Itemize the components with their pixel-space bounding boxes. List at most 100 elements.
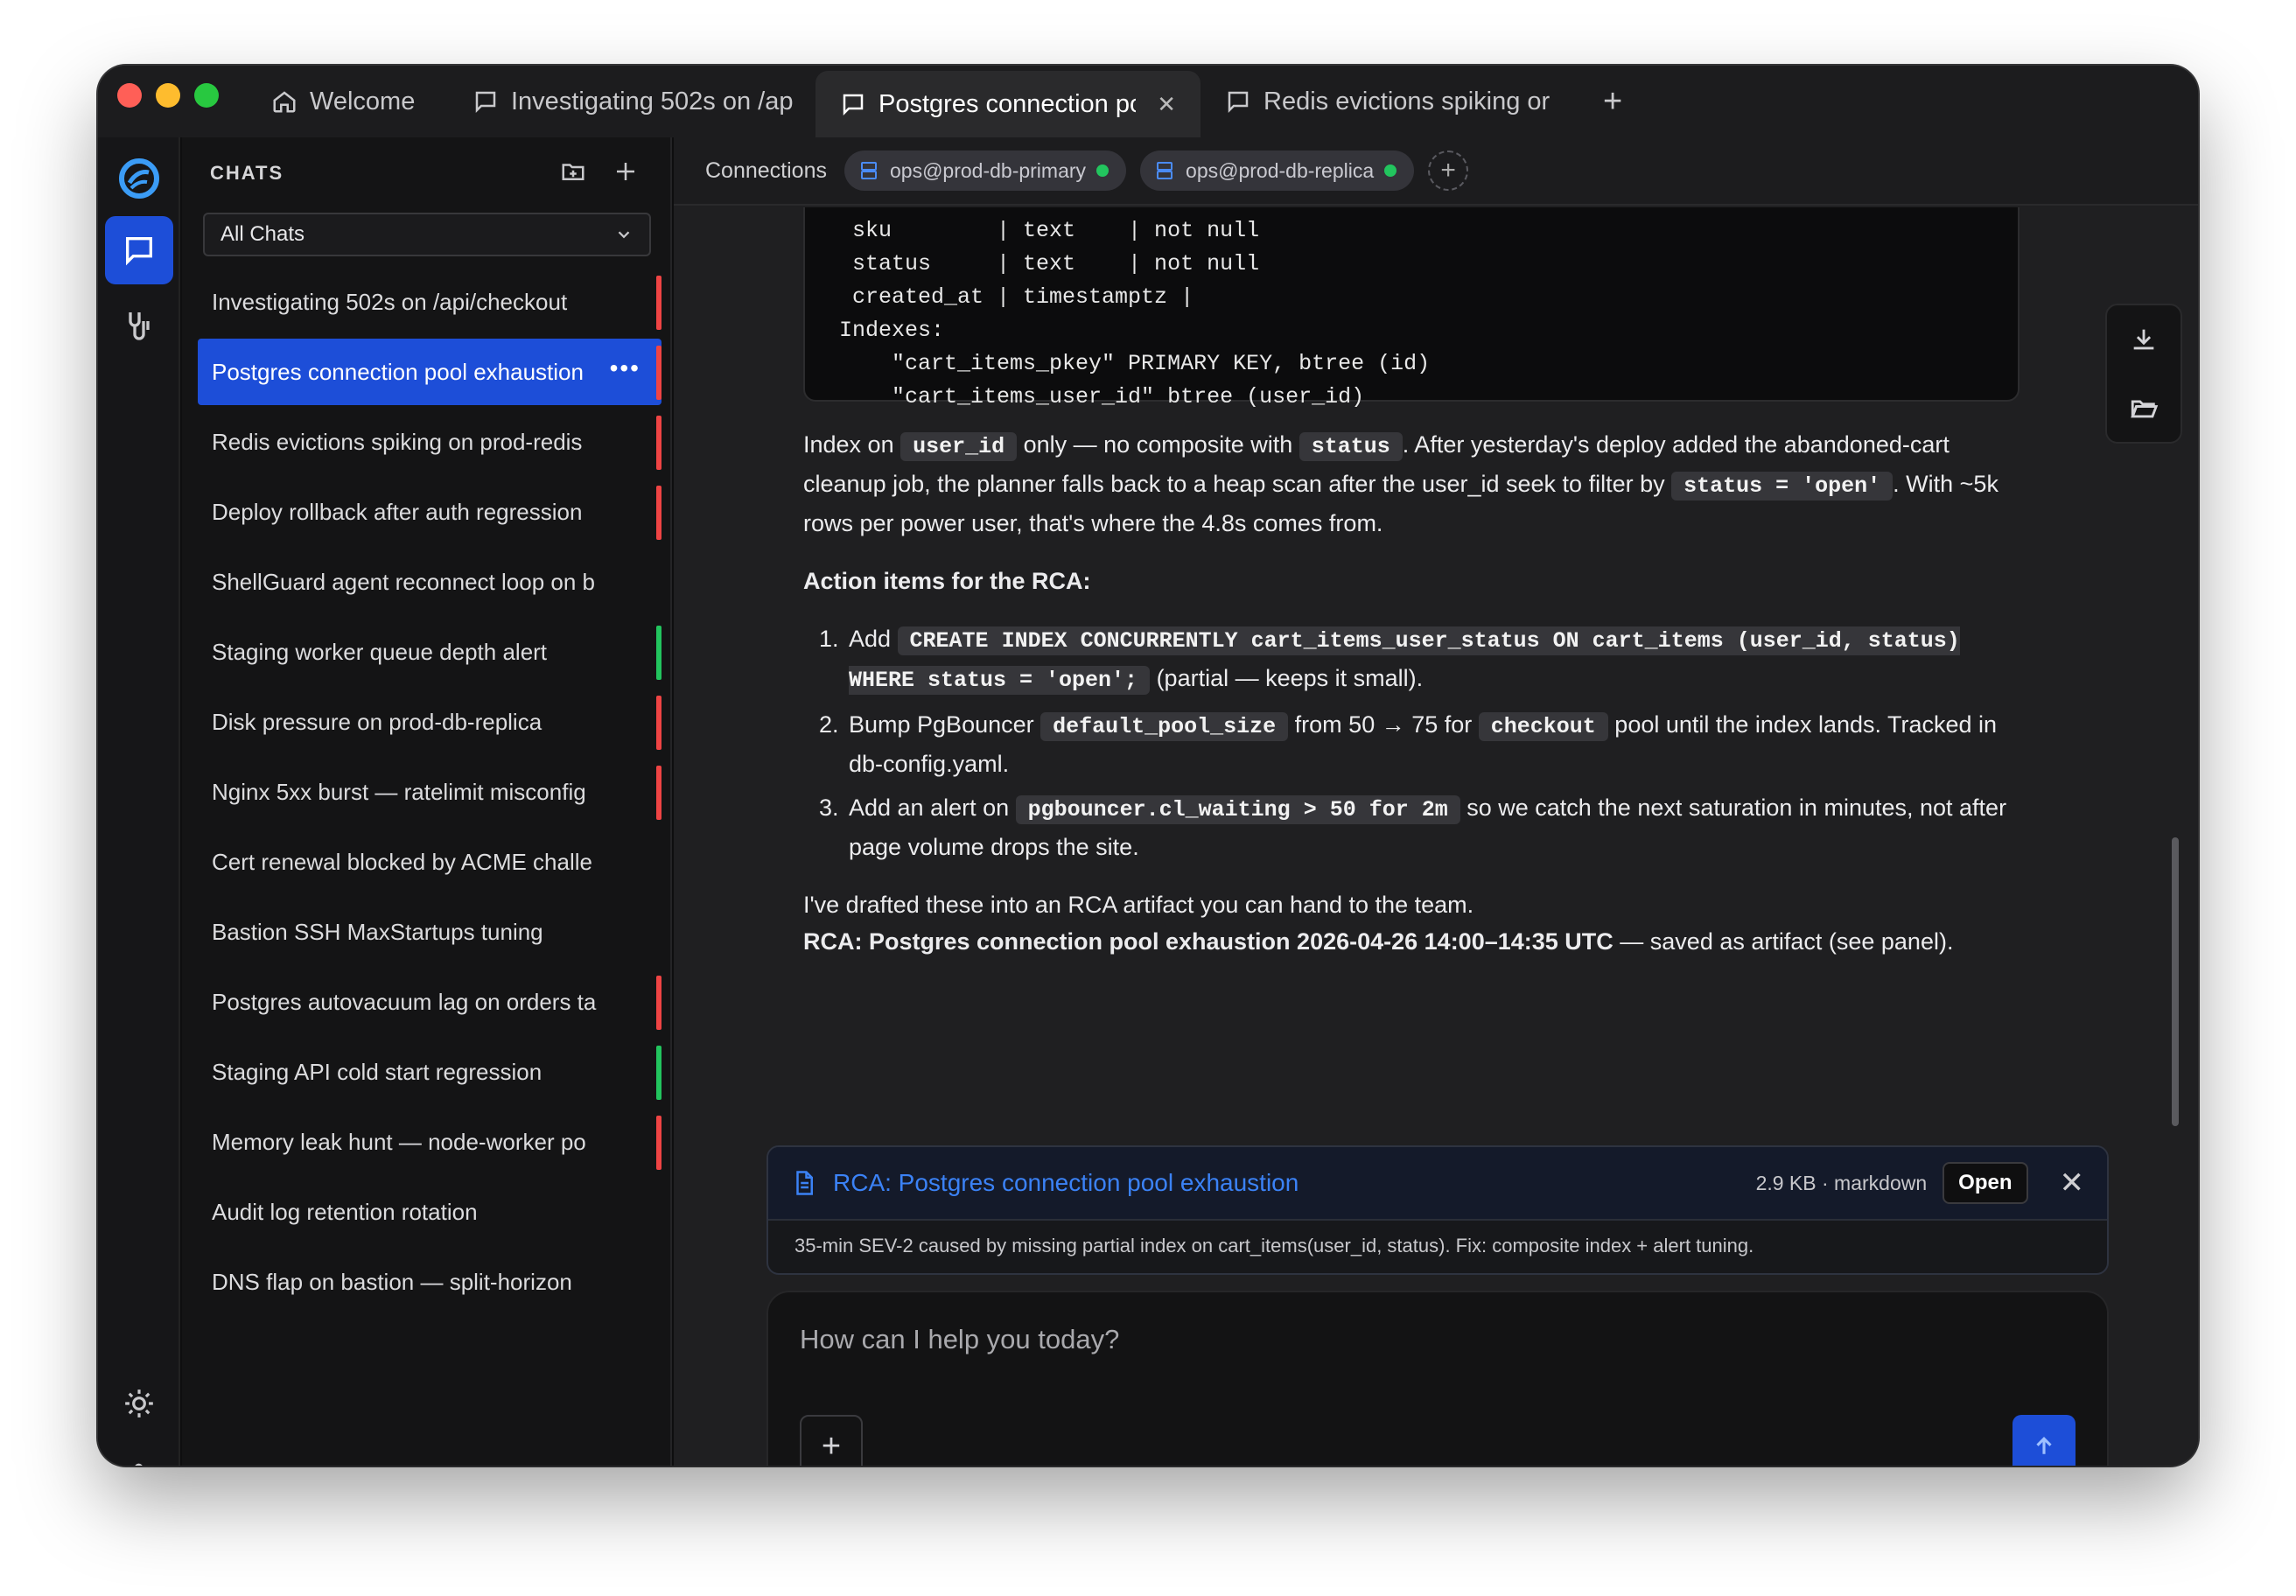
title-bar: Welcome Investigating 502s on /ap Postgr… xyxy=(98,66,2198,137)
chat-title: Staging worker queue depth alert xyxy=(212,638,548,665)
new-chat-icon[interactable] xyxy=(612,158,639,185)
chat-title: ShellGuard agent reconnect loop on b xyxy=(212,568,595,595)
text: Add xyxy=(849,626,898,652)
new-folder-icon[interactable] xyxy=(560,158,586,185)
chat-title: Investigating 502s on /api/checkout xyxy=(212,288,568,315)
scrollbar[interactable] xyxy=(2172,837,2179,1126)
inline-code: status = 'open' xyxy=(1671,472,1894,500)
sun-icon xyxy=(125,1390,153,1418)
chat-icon xyxy=(126,237,152,266)
connections-label: Connections xyxy=(705,158,827,183)
chat-list-item[interactable]: Redis evictions spiking on prod-redis xyxy=(198,409,662,475)
connections-nav-button[interactable] xyxy=(105,291,173,360)
assistant-message: Index on user_id only — no composite wit… xyxy=(803,426,2028,960)
chat-list-item[interactable]: Cert renewal blocked by ACME challe xyxy=(198,829,662,895)
chat-title: Deploy rollback after auth regression xyxy=(212,498,583,525)
artifact-description: 35-min SEV-2 caused by missing partial i… xyxy=(794,1235,1754,1256)
chat-status-indicator xyxy=(656,976,662,1030)
artifact-card: RCA: Postgres connection pool exhaustion… xyxy=(766,1145,2109,1275)
chat-list-item[interactable]: DNS flap on bastion — split-horizon xyxy=(198,1249,662,1315)
chat-list-item[interactable]: Disk pressure on prod-db-replica xyxy=(198,689,662,755)
chat-list-item[interactable]: Staging API cold start regression xyxy=(198,1039,662,1105)
chat-list-item[interactable]: Nginx 5xx burst — ratelimit misconfig xyxy=(198,759,662,825)
folder-open-icon[interactable] xyxy=(2129,393,2159,423)
chats-nav-button[interactable] xyxy=(105,216,173,284)
text: — saved as artifact (see panel). xyxy=(1613,928,1954,955)
code-line: created_at | timestamptz | xyxy=(826,284,1194,310)
add-connection-button[interactable]: + xyxy=(1428,150,1469,191)
chat-title: Cert renewal blocked by ACME challe xyxy=(212,848,592,875)
text: Index on xyxy=(803,431,901,458)
open-artifact-button[interactable]: Open xyxy=(1942,1162,2028,1204)
home-icon xyxy=(271,88,298,115)
sidebar-actions xyxy=(560,158,639,185)
maximize-window-button[interactable] xyxy=(194,83,219,108)
app-window: Welcome Investigating 502s on /ap Postgr… xyxy=(98,66,2198,1466)
chat-title: Bastion SSH MaxStartups tuning xyxy=(212,918,543,945)
settings-button[interactable] xyxy=(105,1445,173,1466)
inline-code: default_pool_size xyxy=(1040,712,1289,741)
tab-investigating-502s[interactable]: Investigating 502s on /ap xyxy=(448,66,816,137)
chat-status-indicator xyxy=(656,276,662,330)
chat-icon xyxy=(1225,88,1251,115)
chat-title: Nginx 5xx burst — ratelimit misconfig xyxy=(212,778,586,805)
tab-postgres-connection-pool[interactable]: Postgres connection pool ✕ xyxy=(816,71,1200,137)
connection-pill[interactable]: ops@prod-db-replica xyxy=(1140,150,1415,191)
minimize-window-button[interactable] xyxy=(156,83,180,108)
chat-list-item[interactable]: Deploy rollback after auth regression xyxy=(198,479,662,545)
chat-status-indicator xyxy=(656,766,662,820)
database-icon xyxy=(860,162,877,179)
send-button[interactable] xyxy=(2012,1415,2076,1466)
connection-pill[interactable]: ops@prod-db-primary xyxy=(844,150,1127,191)
arrow-up-icon xyxy=(2036,1437,2052,1454)
chat-status-indicator xyxy=(656,416,662,470)
chat-list-item[interactable]: ShellGuard agent reconnect loop on b xyxy=(198,549,662,615)
filter-value: All Chats xyxy=(220,222,305,246)
close-tab-icon[interactable]: ✕ xyxy=(1157,91,1176,118)
chat-status-indicator xyxy=(656,1116,662,1170)
inline-code: checkout xyxy=(1478,712,1608,741)
chat-list-item[interactable]: Postgres autovacuum lag on orders ta xyxy=(198,969,662,1035)
chat-list-item[interactable]: Audit log retention rotation xyxy=(198,1179,662,1245)
tab-welcome[interactable]: Welcome xyxy=(247,66,448,137)
message-paragraph: I've drafted these into an RCA artifact … xyxy=(803,886,2028,960)
artifact-title[interactable]: RCA: Postgres connection pool exhaustion xyxy=(833,1169,1740,1197)
artifact-meta: 2.9 KB · markdown xyxy=(1755,1171,1928,1194)
text: only — no composite with xyxy=(1017,431,1299,458)
chat-filter-select[interactable]: All Chats xyxy=(203,213,651,256)
main-panel: Connections ops@prod-db-primary ops@prod… xyxy=(674,137,2198,1466)
chat-status-indicator xyxy=(656,486,662,540)
chat-list-item[interactable]: Memory leak hunt — node-worker po xyxy=(198,1109,662,1175)
list-item: Bump PgBouncer default_pool_size from 50… xyxy=(845,706,2028,782)
close-window-button[interactable] xyxy=(117,83,142,108)
close-icon[interactable]: ✕ xyxy=(2060,1166,2085,1200)
tab-label: Postgres connection pool xyxy=(878,89,1137,118)
chat-list-item[interactable]: Staging worker queue depth alert xyxy=(198,619,662,685)
more-options-icon[interactable]: ••• xyxy=(610,354,640,382)
download-icon[interactable] xyxy=(2129,325,2159,354)
document-icon xyxy=(796,1171,813,1195)
tab-strip: Welcome Investigating 502s on /ap Postgr… xyxy=(247,66,1622,137)
chat-status-indicator xyxy=(656,626,662,680)
chat-status-indicator xyxy=(656,696,662,750)
theme-toggle-button[interactable] xyxy=(105,1369,173,1438)
chat-list-item[interactable]: Postgres connection pool exhaustion ••• xyxy=(198,339,662,405)
code-line: "cart_items_pkey" PRIMARY KEY, btree (id… xyxy=(826,351,1431,376)
chat-list-item[interactable]: Investigating 502s on /api/checkout xyxy=(198,269,662,335)
message-composer[interactable]: How can I help you today? + xyxy=(766,1291,2109,1466)
artifact-header: RCA: Postgres connection pool exhaustion… xyxy=(768,1147,2107,1221)
inline-code: status xyxy=(1298,432,1403,461)
artifact-reference: RCA: Postgres connection pool exhaustion… xyxy=(803,928,1614,955)
new-tab-button[interactable]: + xyxy=(1603,66,1622,137)
chat-list-item[interactable]: Bastion SSH MaxStartups tuning xyxy=(198,899,662,965)
action-items-list: Add CREATE INDEX CONCURRENTLY cart_items… xyxy=(845,620,2028,865)
chevron-down-icon xyxy=(618,231,630,239)
chat-icon xyxy=(472,88,499,115)
message-input[interactable]: How can I help you today? xyxy=(800,1324,1119,1355)
tab-redis-evictions[interactable]: Redis evictions spiking or xyxy=(1200,66,1568,137)
chat-title: DNS flap on bastion — split-horizon xyxy=(212,1268,572,1295)
connections-bar: Connections ops@prod-db-primary ops@prod… xyxy=(674,137,2198,206)
nav-rail xyxy=(98,137,180,1466)
code-line: sku | text | not null xyxy=(826,218,1260,243)
attach-button[interactable]: + xyxy=(800,1415,863,1466)
